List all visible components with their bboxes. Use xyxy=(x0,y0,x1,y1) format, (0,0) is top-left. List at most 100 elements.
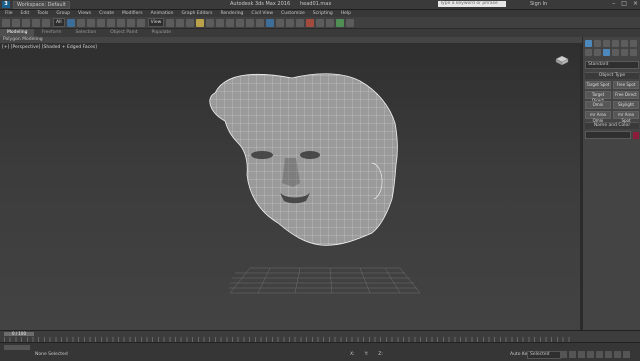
x-coordinate-field[interactable]: X: xyxy=(350,352,355,357)
hierarchy-tab-icon[interactable] xyxy=(603,40,610,47)
key-filter-dropdown[interactable]: Selected xyxy=(527,351,561,359)
manipulate-icon[interactable] xyxy=(176,18,185,27)
geometry-icon[interactable] xyxy=(585,49,592,56)
time-slider[interactable]: 0 / 100 xyxy=(4,332,34,336)
tab-object-paint[interactable]: Object Paint xyxy=(103,29,144,37)
render-production-icon[interactable] xyxy=(336,18,345,27)
utilities-tab-icon[interactable] xyxy=(630,40,637,47)
menu-help[interactable]: Help xyxy=(341,11,351,16)
free-spot-button[interactable]: Free Spot xyxy=(613,81,639,89)
modify-tab-icon[interactable] xyxy=(594,40,601,47)
mr-area-omni-button[interactable]: mr Area Omni xyxy=(585,111,611,123)
play-icon[interactable] xyxy=(578,351,585,358)
head-wireframe-model[interactable] xyxy=(0,43,580,330)
category-dropdown[interactable]: Standard xyxy=(585,61,639,69)
select-move-icon[interactable] xyxy=(106,18,115,27)
space-warps-icon[interactable] xyxy=(630,49,637,56)
toggle-ribbon-icon[interactable] xyxy=(276,18,285,27)
go-to-end-icon[interactable] xyxy=(596,351,603,358)
tab-freeform[interactable]: Freeform xyxy=(34,29,68,37)
curve-editor-icon[interactable] xyxy=(286,18,295,27)
select-scale-icon[interactable] xyxy=(126,18,135,27)
percent-snap-icon[interactable] xyxy=(216,18,225,27)
object-type-rollout[interactable]: Object Type xyxy=(585,72,639,79)
perspective-viewport[interactable]: [+] [Perspective] [Shaded + Edged Faces] xyxy=(0,43,580,330)
link-icon[interactable] xyxy=(22,18,30,27)
maximize-viewport-icon[interactable] xyxy=(623,351,630,358)
mirror-icon[interactable] xyxy=(246,18,255,27)
previous-frame-icon[interactable] xyxy=(569,351,576,358)
menu-group[interactable]: Group xyxy=(56,11,70,16)
sign-in-button[interactable]: Sign In xyxy=(530,1,547,7)
object-name-field[interactable] xyxy=(585,131,631,139)
tab-selection[interactable]: Selection xyxy=(69,29,104,37)
minimize-icon[interactable]: – xyxy=(612,0,615,7)
y-coordinate-field[interactable]: Y: xyxy=(365,352,369,357)
selection-filter-dropdown[interactable]: All xyxy=(53,18,65,27)
place-icon[interactable] xyxy=(136,18,145,27)
menu-create[interactable]: Create xyxy=(99,11,114,16)
menu-scripting[interactable]: Scripting xyxy=(313,11,333,16)
keyboard-shortcut-icon[interactable] xyxy=(186,18,195,27)
menu-animation[interactable]: Animation xyxy=(151,11,174,16)
target-spot-button[interactable]: Target Spot xyxy=(585,81,611,89)
lights-icon[interactable] xyxy=(603,49,610,56)
menu-file[interactable]: File xyxy=(5,11,13,16)
next-frame-icon[interactable] xyxy=(587,351,594,358)
unlink-icon[interactable] xyxy=(32,18,40,27)
object-color-swatch[interactable] xyxy=(633,131,639,139)
select-by-name-icon[interactable] xyxy=(76,18,85,27)
display-tab-icon[interactable] xyxy=(621,40,628,47)
menu-modifiers[interactable]: Modifiers xyxy=(122,11,143,16)
reference-coordinate-dropdown[interactable]: View xyxy=(147,18,165,27)
rectangular-selection-icon[interactable] xyxy=(86,18,95,27)
shapes-icon[interactable] xyxy=(594,49,601,56)
menu-edit[interactable]: Edit xyxy=(21,11,30,16)
snap-toggle-icon[interactable] xyxy=(196,18,205,27)
zoom-extents-icon[interactable] xyxy=(605,351,612,358)
tab-modeling[interactable]: Modeling xyxy=(0,29,35,37)
skylight-button[interactable]: Skylight xyxy=(613,101,639,109)
maximize-icon[interactable]: □ xyxy=(621,0,627,7)
align-icon[interactable] xyxy=(256,18,265,27)
pivot-center-icon[interactable] xyxy=(166,18,175,27)
schematic-view-icon[interactable] xyxy=(296,18,305,27)
window-crossing-icon[interactable] xyxy=(96,18,105,27)
close-icon[interactable]: × xyxy=(633,0,638,7)
redo-icon[interactable] xyxy=(12,18,20,27)
orbit-icon[interactable] xyxy=(614,351,621,358)
maxscript-listener[interactable] xyxy=(4,345,30,350)
menu-graph-editors[interactable]: Graph Editors xyxy=(182,11,213,16)
select-object-icon[interactable] xyxy=(66,18,75,27)
spinner-snap-icon[interactable] xyxy=(226,18,235,27)
go-to-start-icon[interactable] xyxy=(560,351,567,358)
render-setup-icon[interactable] xyxy=(316,18,325,27)
app-logo[interactable]: 3 xyxy=(2,1,10,8)
create-tab-icon[interactable] xyxy=(585,40,592,47)
angle-snap-icon[interactable] xyxy=(206,18,215,27)
free-direct-button[interactable]: Free Direct xyxy=(613,91,639,99)
cameras-icon[interactable] xyxy=(612,49,619,56)
layer-explorer-icon[interactable] xyxy=(266,18,275,27)
target-direct-button[interactable]: Target Direct xyxy=(585,91,611,103)
tab-populate[interactable]: Populate xyxy=(145,29,179,37)
menu-civil-view[interactable]: Civil View xyxy=(251,11,273,16)
menu-rendering[interactable]: Rendering xyxy=(220,11,243,16)
render-in-cloud-icon[interactable] xyxy=(346,18,355,27)
helpers-icon[interactable] xyxy=(621,49,628,56)
menu-tools[interactable]: Tools xyxy=(37,11,48,16)
omni-button[interactable]: Omni xyxy=(585,101,611,109)
menu-views[interactable]: Views xyxy=(78,11,91,16)
z-coordinate-field[interactable]: Z: xyxy=(378,352,383,357)
undo-icon[interactable] xyxy=(2,18,10,27)
motion-tab-icon[interactable] xyxy=(612,40,619,47)
workspace-dropdown[interactable]: Workspace: Default xyxy=(13,0,70,9)
named-selection-icon[interactable] xyxy=(236,18,245,27)
menu-customize[interactable]: Customize xyxy=(281,11,305,16)
bind-space-warp-icon[interactable] xyxy=(42,18,50,27)
name-and-color-rollout[interactable]: Name and Color xyxy=(585,122,639,129)
search-input[interactable]: Type a keyword or phrase xyxy=(438,1,506,7)
mr-area-spot-button[interactable]: mr Area Spot xyxy=(613,111,639,123)
material-editor-icon[interactable] xyxy=(306,18,315,27)
select-rotate-icon[interactable] xyxy=(116,18,125,27)
